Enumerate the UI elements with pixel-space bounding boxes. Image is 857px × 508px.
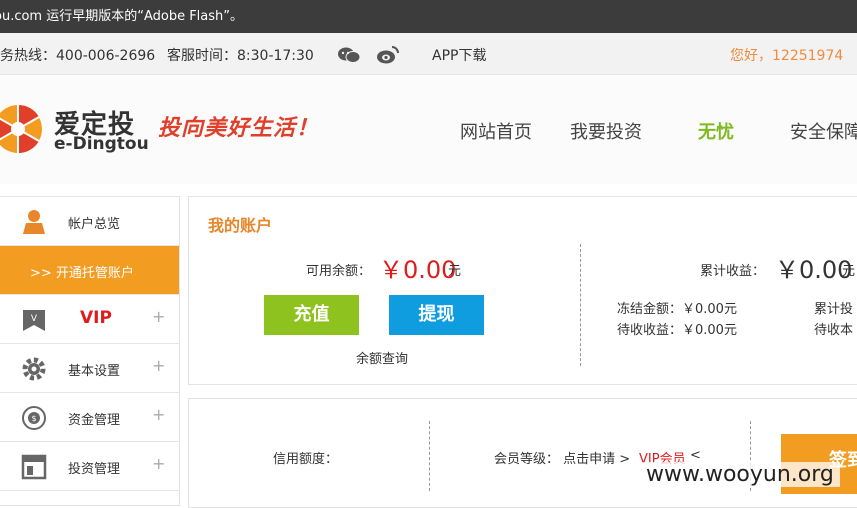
sidebar-item-label: >> 开通托管账户 bbox=[30, 266, 134, 281]
sidebar-item-label: 投资管理 bbox=[68, 462, 121, 477]
nav-home[interactable]: 网站首页 bbox=[460, 118, 532, 144]
watermark-text: www.wooyun.org bbox=[640, 462, 840, 487]
weibo-icon[interactable] bbox=[376, 45, 400, 65]
sidebar-item-investments[interactable]: 投资管理 + bbox=[0, 442, 179, 491]
coin-icon: $ bbox=[22, 406, 46, 430]
e-dingtou-logo-icon[interactable] bbox=[0, 100, 48, 158]
sidebar-item-overview[interactable]: 帐户总览 bbox=[0, 197, 179, 246]
sidebar-item-label: 帐户总览 bbox=[68, 217, 121, 232]
expand-plus-icon[interactable]: + bbox=[152, 356, 165, 375]
nav-security[interactable]: 安全保障 bbox=[790, 118, 857, 144]
sidebar-item-funds[interactable]: $ 资金管理 + bbox=[0, 393, 179, 442]
svg-text:$: $ bbox=[31, 414, 36, 423]
expand-plus-icon[interactable]: + bbox=[152, 307, 165, 326]
logo-english-name: e-Dingtou bbox=[54, 134, 149, 154]
expand-plus-icon[interactable]: + bbox=[152, 454, 165, 473]
vip-banner-icon: V bbox=[23, 310, 45, 331]
cumulative-income-label: 累计收益： bbox=[700, 264, 766, 279]
svg-text:V: V bbox=[31, 314, 38, 324]
balance-query-link[interactable]: 余额查询 bbox=[356, 348, 408, 367]
cumulative-income-value: ￥0.00 bbox=[775, 256, 853, 284]
member-level-label: 会员等级： 点击申请 > bbox=[494, 452, 631, 467]
available-balance-label: 可用余额： bbox=[306, 264, 372, 279]
flash-notice-bar: ou.com 运行早期版本的“Adobe Flash”。 bbox=[0, 0, 857, 33]
sidebar-item-vip[interactable]: V VIP + bbox=[0, 295, 179, 344]
logo-slogan: 投向美好生活！ bbox=[158, 115, 320, 141]
pending-principal-label: 待收本 bbox=[814, 323, 854, 338]
available-balance-unit: 元 bbox=[448, 264, 462, 279]
top-info-bar: 服务热线：400-006-2696 客服时间：8:30-17:30 APP下载 … bbox=[0, 33, 857, 75]
my-account-panel: 我的账户 可用余额： ￥0.00 元 充值 提现 余额查询 累计收益： ￥0.0… bbox=[188, 196, 857, 385]
cumulative-income-unit: 元 bbox=[842, 264, 856, 279]
service-hours-text: 客服时间：8:30-17:30 bbox=[167, 48, 314, 64]
hotline-text: 服务热线：400-006-2696 bbox=[0, 48, 156, 64]
sidebar-item-settings[interactable]: 基本设置 + bbox=[0, 344, 179, 393]
withdraw-button[interactable]: 提现 bbox=[389, 295, 484, 335]
divider bbox=[429, 421, 430, 491]
user-icon bbox=[23, 210, 45, 234]
account-sidebar: 帐户总览 >> 开通托管账户 V VIP + 基本设置 + $ 资金管理 + 投… bbox=[0, 196, 180, 506]
gear-icon bbox=[22, 357, 46, 381]
sidebar-item-label: VIP bbox=[80, 308, 112, 328]
member-info-panel: 信用额度： 会员等级： 点击申请 > VIP会员 < 签到 bbox=[188, 398, 857, 508]
recharge-button[interactable]: 充值 bbox=[264, 295, 359, 335]
wechat-icon[interactable] bbox=[337, 46, 361, 64]
cumulative-invest-label: 累计投 bbox=[814, 302, 854, 317]
available-balance-value: ￥0.00 bbox=[379, 256, 457, 284]
nav-invest[interactable]: 我要投资 bbox=[570, 118, 642, 144]
nav-wuyou[interactable]: 无忧 bbox=[698, 118, 734, 144]
divider bbox=[580, 244, 581, 366]
pending-income: 待收收益：￥0.00元 bbox=[617, 323, 737, 338]
credit-limit-label: 信用额度： bbox=[273, 452, 339, 467]
frozen-amount: 冻结金额：￥0.00元 bbox=[617, 302, 737, 317]
account-title: 我的账户 bbox=[208, 216, 273, 235]
user-greeting[interactable]: 您好，12251974 bbox=[730, 45, 843, 65]
sidebar-item-open-custody[interactable]: >> 开通托管账户 bbox=[0, 246, 179, 295]
flash-notice-text: ou.com 运行早期版本的“Adobe Flash”。 bbox=[0, 9, 244, 24]
app-download-link[interactable]: APP下载 bbox=[432, 45, 486, 65]
vip-link-bracket: < bbox=[690, 448, 701, 463]
sidebar-item-label: 资金管理 bbox=[68, 413, 121, 428]
sidebar-item-label: 基本设置 bbox=[68, 364, 121, 379]
layout-grid-icon bbox=[21, 454, 47, 480]
expand-plus-icon[interactable]: + bbox=[152, 405, 165, 424]
